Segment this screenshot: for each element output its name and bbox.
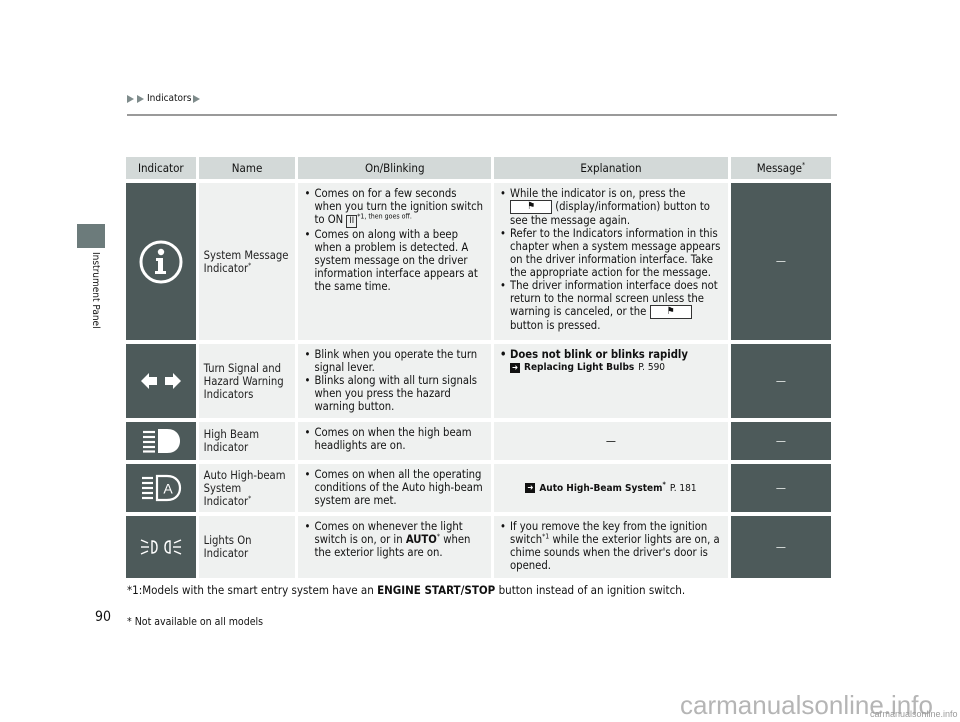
explanation-cell: If you remove the key from the ignition … bbox=[494, 516, 728, 578]
lights-on-icon bbox=[140, 539, 182, 555]
page-number: 90 bbox=[95, 609, 112, 625]
table-row: System Message Indicator* Comes on for a… bbox=[126, 183, 831, 340]
watermark-small: carmanualsonline.info bbox=[870, 709, 958, 719]
indicator-cell: A bbox=[126, 464, 196, 512]
bullet-item: The driver information interface does no… bbox=[500, 279, 722, 332]
name-cell: Lights On Indicator bbox=[198, 516, 296, 578]
breadcrumb-arrow-icon bbox=[127, 94, 134, 103]
indicators-table: Indicator Name On/Blinking Explanation M… bbox=[123, 153, 834, 582]
info-circle-icon bbox=[139, 240, 183, 283]
bullet-item: If you remove the key from the ignition … bbox=[500, 520, 722, 572]
name-cell: Auto High-beam System Indicator* bbox=[198, 464, 296, 512]
page-reference-link[interactable]: ➜ Replacing Light Bulbs P. 590 bbox=[500, 361, 722, 374]
indicator-cell bbox=[126, 516, 196, 578]
message-cell: — bbox=[730, 516, 831, 578]
breadcrumb-label[interactable]: Indicators bbox=[147, 93, 191, 104]
breadcrumb: Indicators bbox=[127, 93, 201, 104]
breadcrumb-arrow-icon bbox=[137, 94, 144, 103]
high-beam-icon bbox=[142, 429, 180, 453]
bullet-item: Refer to the Indicators information in t… bbox=[500, 227, 722, 279]
on-blinking-cell: Comes on whenever the light switch is on… bbox=[298, 516, 492, 578]
name-cell: High Beam Indicator bbox=[198, 422, 296, 460]
column-header-message: Message* bbox=[730, 157, 831, 179]
section-tab bbox=[77, 224, 105, 248]
bullet-item: Comes on for a few seconds when you turn… bbox=[304, 187, 485, 228]
bullet-item: Blinks along with all turn signals when … bbox=[304, 374, 485, 413]
svg-text:A: A bbox=[163, 481, 173, 497]
column-header-name: Name bbox=[198, 157, 296, 179]
indicator-cell bbox=[126, 422, 196, 460]
availability-note: * Not available on all models bbox=[127, 616, 264, 628]
bullet-item: While the indicator is on, press the ⚑ (… bbox=[500, 187, 722, 227]
section-label: Instrument Panel bbox=[90, 252, 101, 329]
message-cell: — bbox=[730, 344, 831, 418]
table-row: A Auto High-beam System Indicator* Comes… bbox=[126, 464, 831, 512]
bullet-item: Comes on along with a beep when a proble… bbox=[304, 228, 485, 293]
bullet-item: Blink when you operate the turn signal l… bbox=[304, 348, 485, 374]
on-blinking-cell: Comes on when all the operating conditio… bbox=[298, 464, 492, 512]
ignition-on-glyph: II bbox=[346, 215, 358, 228]
page-reference-link[interactable]: ➜ Auto High-Beam System* P. 181 bbox=[500, 481, 722, 495]
table-header-row: Indicator Name On/Blinking Explanation M… bbox=[126, 157, 831, 179]
indicator-cell bbox=[126, 183, 196, 340]
indicator-cell bbox=[126, 344, 196, 418]
table-row: Lights On Indicator Comes on whenever th… bbox=[126, 516, 831, 578]
message-cell: — bbox=[730, 183, 831, 340]
on-blinking-cell: Comes on when the high beam headlights a… bbox=[298, 422, 492, 460]
on-blinking-cell: Comes on for a few seconds when you turn… bbox=[298, 183, 492, 340]
table-row: High Beam Indicator Comes on when the hi… bbox=[126, 422, 831, 460]
name-cell: Turn Signal and Hazard Warning Indicator… bbox=[198, 344, 296, 418]
name-cell: System Message Indicator* bbox=[198, 183, 296, 340]
explanation-cell: — bbox=[494, 422, 728, 460]
message-cell: — bbox=[730, 422, 831, 460]
breadcrumb-arrow-icon bbox=[193, 94, 201, 103]
header-rule bbox=[127, 114, 837, 116]
bullet-item: Comes on when the high beam headlights a… bbox=[304, 426, 485, 452]
auto-high-beam-icon: A bbox=[141, 474, 181, 502]
column-header-on-blinking: On/Blinking bbox=[298, 157, 492, 179]
reference-arrow-icon: ➜ bbox=[525, 483, 536, 493]
column-header-explanation: Explanation bbox=[494, 157, 728, 179]
table-row: Turn Signal and Hazard Warning Indicator… bbox=[126, 344, 831, 418]
on-blinking-cell: Blink when you operate the turn signal l… bbox=[298, 344, 492, 418]
explanation-cell: While the indicator is on, press the ⚑ (… bbox=[494, 183, 728, 340]
bullet-item: Does not blink or blinks rapidly bbox=[500, 348, 722, 361]
column-header-indicator: Indicator bbox=[126, 157, 196, 179]
bullet-item: Comes on whenever the light switch is on… bbox=[304, 520, 485, 559]
display-info-button-icon: ⚑ bbox=[510, 200, 553, 214]
display-info-button-icon: ⚑ bbox=[649, 305, 692, 319]
bullet-item: Comes on when all the operating conditio… bbox=[304, 468, 485, 507]
message-cell: — bbox=[730, 464, 831, 512]
turn-signal-arrows-icon bbox=[140, 373, 181, 389]
footnote-1: *1:Models with the smart entry system ha… bbox=[127, 583, 686, 597]
explanation-cell: Does not blink or blinks rapidly ➜ Repla… bbox=[494, 344, 728, 418]
reference-arrow-icon: ➜ bbox=[510, 362, 521, 373]
explanation-cell: ➜ Auto High-Beam System* P. 181 bbox=[494, 464, 728, 512]
